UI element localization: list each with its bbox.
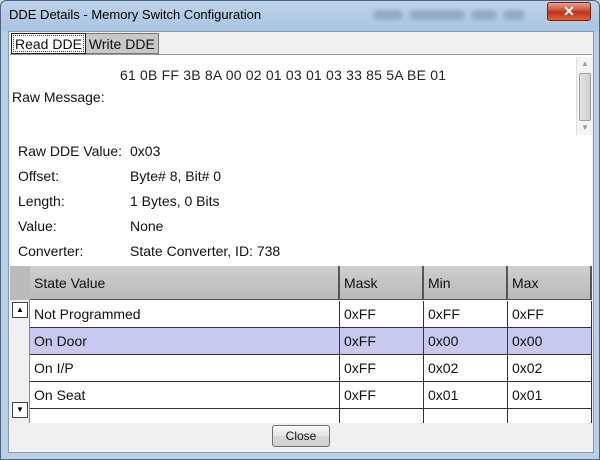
cell-min xyxy=(424,409,508,423)
table-row[interactable]: On Seat 0xFF 0x01 0x01 xyxy=(30,382,592,409)
header-state-value[interactable]: State Value xyxy=(30,266,340,300)
blurred-titlebar-controls xyxy=(373,5,533,25)
prop-key: Length: xyxy=(18,193,65,209)
grid-scrollbar[interactable]: ▲ ▼ xyxy=(10,266,30,423)
title-bar[interactable]: DDE Details - Memory Switch Configuratio… xyxy=(1,1,599,31)
prop-key: Raw DDE Value: xyxy=(18,143,123,159)
table-row[interactable]: On I/P 0xFF 0x02 0x02 xyxy=(30,355,592,382)
cell-state-value xyxy=(30,409,340,423)
tab-write-dde[interactable]: Write DDE xyxy=(85,33,159,54)
prop-key: Offset: xyxy=(18,168,59,184)
cell-min: 0x01 xyxy=(424,382,508,409)
window-title: DDE Details - Memory Switch Configuratio… xyxy=(9,7,262,22)
cell-state-value: On Seat xyxy=(30,382,340,409)
cell-mask: 0xFF xyxy=(340,328,424,355)
cell-min: 0x02 xyxy=(424,355,508,382)
table-row-partial[interactable] xyxy=(30,409,592,423)
scroll-down-icon[interactable]: ▼ xyxy=(577,121,593,135)
cell-mask: 0xFF xyxy=(340,355,424,382)
prop-value: State Converter, ID: 738 xyxy=(130,243,281,259)
cell-state-value: On I/P xyxy=(30,355,340,382)
tab-content: 61 0B FF 3B 8A 00 02 01 03 01 03 33 85 5… xyxy=(10,54,592,423)
grid-table: State Value Mask Min Max Not Programmed … xyxy=(30,266,592,423)
grid-scroll-up-icon[interactable]: ▲ xyxy=(12,302,28,318)
cell-state-value: On Door xyxy=(30,328,340,355)
raw-message-hex: 61 0B FF 3B 8A 00 02 01 03 01 03 33 85 5… xyxy=(120,67,447,83)
cell-state-value: Not Programmed xyxy=(30,301,340,328)
prop-value: 0x03 xyxy=(130,143,161,159)
prop-key: Value: xyxy=(18,218,57,234)
scroll-up-icon[interactable]: ▲ xyxy=(577,57,593,71)
prop-value: 1 Bytes, 0 Bits xyxy=(130,193,220,209)
cell-max: 0x02 xyxy=(508,355,592,382)
cell-max: 0x01 xyxy=(508,382,592,409)
close-button[interactable]: Close xyxy=(272,425,330,447)
tab-strip: Read DDE Write DDE xyxy=(11,33,159,55)
prop-key: Converter: xyxy=(18,243,84,259)
grid-corner xyxy=(10,266,30,300)
header-max[interactable]: Max xyxy=(508,266,592,300)
dialog-client: Read DDE Write DDE 61 0B FF 3B 8A 00 02 … xyxy=(8,31,594,453)
grid-scroll-down-icon[interactable]: ▼ xyxy=(12,402,28,418)
window-close-icon[interactable]: ✕ xyxy=(547,2,591,21)
table-row-selected[interactable]: On Door 0xFF 0x00 0x00 xyxy=(30,328,592,355)
cell-mask: 0xFF xyxy=(340,301,424,328)
raw-message-area: 61 0B FF 3B 8A 00 02 01 03 01 03 33 85 5… xyxy=(10,55,592,137)
dialog-window: DDE Details - Memory Switch Configuratio… xyxy=(0,0,600,460)
cell-max: 0xFF xyxy=(508,301,592,328)
tab-read-dde[interactable]: Read DDE xyxy=(11,33,86,54)
cell-min: 0xFF xyxy=(424,301,508,328)
cell-max: 0x00 xyxy=(508,328,592,355)
grid-header-row: State Value Mask Min Max xyxy=(30,266,592,300)
header-mask[interactable]: Mask xyxy=(340,266,424,300)
raw-message-scrollbar[interactable]: ▲ ▼ xyxy=(576,57,592,135)
table-row[interactable]: Not Programmed 0xFF 0xFF 0xFF xyxy=(30,301,592,328)
state-value-grid: ▲ ▼ State Value Mask Min Max Not Program… xyxy=(10,266,592,423)
scroll-thumb[interactable] xyxy=(579,73,591,121)
prop-value: None xyxy=(130,218,164,234)
header-min[interactable]: Min xyxy=(424,266,508,300)
raw-message-label: Raw Message: xyxy=(12,89,105,105)
prop-value: Byte# 8, Bit# 0 xyxy=(130,168,222,184)
cell-max xyxy=(508,409,592,423)
cell-mask: 0xFF xyxy=(340,382,424,409)
cell-mask xyxy=(340,409,424,423)
cell-min: 0x00 xyxy=(424,328,508,355)
